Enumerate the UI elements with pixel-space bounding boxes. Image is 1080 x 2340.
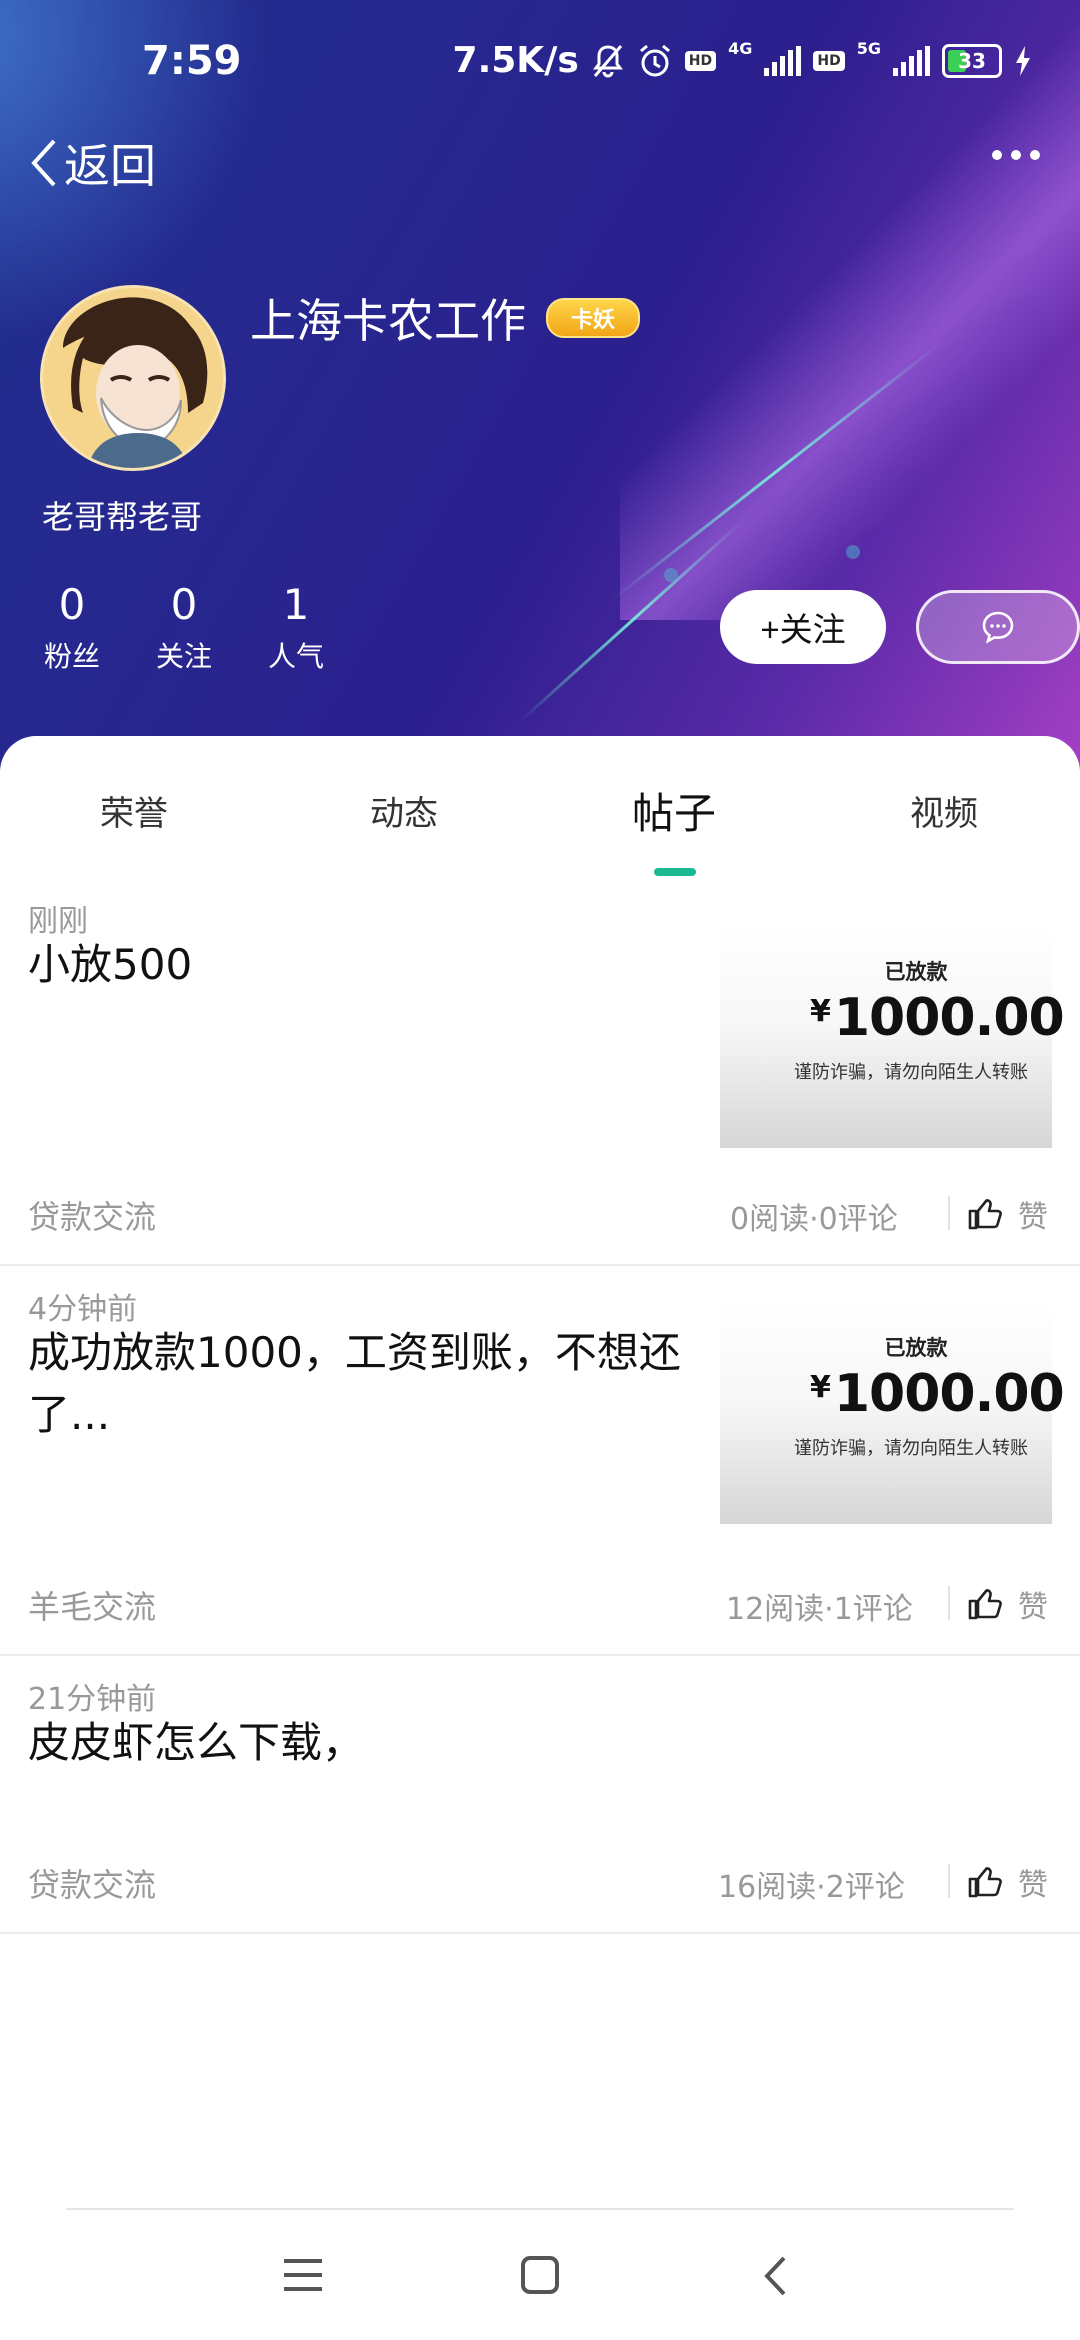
status-bar: 7:59 7.5K/s HD 4G HD 5G 33: [0, 30, 1080, 100]
charging-icon: [1016, 45, 1030, 76]
post-item[interactable]: 21分钟前 皮皮虾怎么下载， 贷款交流 16阅读·2评论 赞: [0, 1654, 1080, 1934]
header-dot: [664, 568, 678, 582]
home-square-icon[interactable]: [520, 2255, 560, 2299]
network-type: 5G: [856, 39, 881, 58]
profile-tabs: 荣誉 动态 帖子 视频: [0, 786, 1080, 856]
image-amount: 1000.00: [833, 988, 1065, 1048]
like-button[interactable]: 赞: [968, 1582, 1048, 1626]
tab-posts[interactable]: 帖子: [632, 780, 716, 841]
like-button[interactable]: 赞: [968, 1192, 1048, 1236]
bell-off-icon: [592, 44, 623, 77]
back-chevron-icon: [31, 139, 56, 187]
thumbs-up-icon: [968, 1589, 1002, 1620]
active-tab-indicator: [654, 868, 696, 876]
image-status: 已放款: [884, 1336, 948, 1360]
post-title[interactable]: 小放500: [28, 934, 718, 996]
net-speed: 7.5K/s: [452, 40, 579, 81]
stat-label: 人气: [267, 640, 324, 673]
battery-icon: 33: [942, 43, 1002, 78]
stat-value: 0: [170, 580, 198, 629]
divider: [948, 1586, 950, 1620]
profile-stats: 0 粉丝 0 关注 1 人气: [42, 580, 326, 675]
profile-name-row: 上海卡农工作 卡妖: [250, 285, 640, 351]
stat-label: 粉丝: [43, 640, 100, 673]
thumbs-up-icon: [968, 1199, 1002, 1230]
avatar[interactable]: [40, 285, 226, 471]
header-dot: [846, 545, 860, 559]
image-amount-row: ¥1000.00: [810, 1364, 1065, 1424]
currency-symbol: ¥: [810, 994, 831, 1029]
stat-value: 0: [58, 580, 86, 629]
follow-button[interactable]: +关注: [720, 590, 886, 664]
back-button[interactable]: 返回: [28, 130, 156, 196]
stat-fans[interactable]: 0 粉丝: [42, 580, 102, 675]
hd-tag: HD: [813, 50, 845, 71]
stat-value: 1: [282, 580, 310, 629]
image-warning: 谨防诈骗，请勿向陌生人转账: [794, 1438, 1028, 1459]
like-label: 赞: [1018, 1868, 1048, 1903]
post-item[interactable]: 刚刚 小放500 已放款 ¥1000.00 谨防诈骗，请勿向陌生人转账 贷款交流…: [0, 890, 1080, 1266]
post-stats: 0阅读·0评论: [730, 1202, 898, 1237]
like-label: 赞: [1018, 1590, 1048, 1625]
stat-popularity: 1 人气: [266, 580, 326, 675]
nav-divider: [66, 2208, 1014, 2210]
network-type: 4G: [728, 39, 753, 58]
post-item[interactable]: 4分钟前 成功放款1000，工资到账，不想还了... 已放款 ¥1000.00 …: [0, 1264, 1080, 1656]
currency-symbol: ¥: [810, 1370, 831, 1405]
post-stats: 12阅读·1评论: [726, 1592, 913, 1627]
post-stats: 16阅读·2评论: [718, 1870, 905, 1905]
more-dots-icon[interactable]: [992, 150, 1040, 160]
post-category[interactable]: 贷款交流: [28, 1192, 156, 1238]
thumbs-up-icon: [968, 1867, 1002, 1898]
battery-level: 33: [958, 48, 986, 73]
post-category[interactable]: 贷款交流: [28, 1860, 156, 1906]
profile-bio: 老哥帮老哥: [42, 498, 203, 536]
menu-icon[interactable]: [282, 2255, 324, 2299]
back-label: 返回: [64, 139, 156, 193]
like-label: 赞: [1018, 1200, 1048, 1235]
tab-honor[interactable]: 荣誉: [100, 786, 168, 835]
post-image[interactable]: 已放款 ¥1000.00 谨防诈骗，请勿向陌生人转账: [720, 926, 1065, 1148]
tab-activity[interactable]: 动态: [370, 786, 438, 835]
stat-following[interactable]: 0 关注: [154, 580, 214, 675]
username: 上海卡农工作: [250, 294, 526, 348]
divider: [948, 1196, 950, 1230]
profile-header: 7:59 7.5K/s HD 4G HD 5G 33 返回 上海卡农工作 卡妖 …: [0, 0, 1080, 770]
signal-icon: [893, 45, 930, 76]
nav-back-icon[interactable]: [762, 2255, 790, 2301]
post-title[interactable]: 皮皮虾怎么下载，: [28, 1712, 718, 1774]
signal-icon: [764, 45, 802, 76]
post-title[interactable]: 成功放款1000，工资到账，不想还了...: [28, 1322, 718, 1446]
divider: [948, 1864, 950, 1898]
post-image[interactable]: 已放款 ¥1000.00 谨防诈骗，请勿向陌生人转账: [720, 1302, 1065, 1524]
message-button[interactable]: [916, 590, 1080, 664]
image-status: 已放款: [884, 960, 948, 984]
image-amount: 1000.00: [833, 1364, 1065, 1424]
status-icons: 7.5K/s HD 4G HD 5G 33: [452, 39, 1032, 81]
chat-bubble-icon: [982, 611, 1014, 644]
avatar-illustration: [43, 288, 223, 468]
hd-tag: HD: [684, 50, 717, 71]
stat-label: 关注: [155, 640, 212, 673]
image-amount-row: ¥1000.00: [810, 988, 1065, 1048]
level-badge[interactable]: 卡妖: [546, 298, 640, 338]
tab-videos[interactable]: 视频: [910, 786, 978, 835]
alarm-icon: [639, 44, 670, 76]
status-time: 7:59: [142, 38, 242, 84]
image-warning: 谨防诈骗，请勿向陌生人转账: [794, 1062, 1028, 1083]
post-category[interactable]: 羊毛交流: [28, 1582, 156, 1628]
like-button[interactable]: 赞: [968, 1860, 1048, 1904]
